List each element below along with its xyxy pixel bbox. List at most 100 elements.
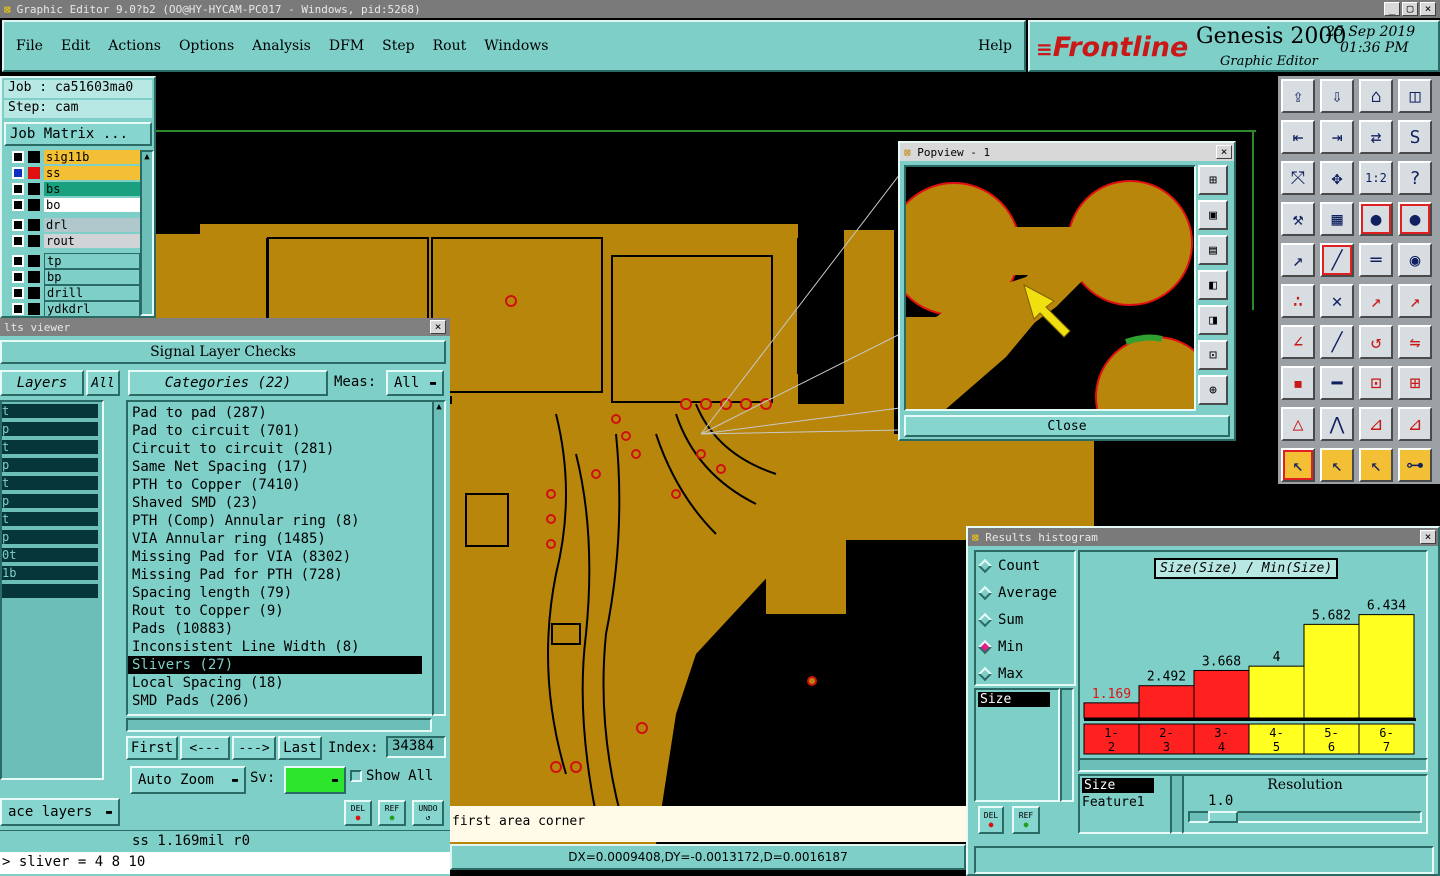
categories-list[interactable]: Pad to pad (287) Pad to circuit (701) Circ… xyxy=(126,400,446,716)
close-button[interactable]: × xyxy=(1420,2,1436,16)
triangle-icon[interactable]: △ xyxy=(1281,407,1315,441)
layer-checkbox[interactable] xyxy=(12,183,24,195)
layer-checkbox[interactable] xyxy=(12,219,24,231)
swap-icon[interactable]: ⇄ xyxy=(1359,120,1393,154)
pan-left-icon[interactable]: ◧ xyxy=(1198,270,1228,300)
category-item[interactable]: Same Net Spacing (17) xyxy=(128,458,422,476)
layers-red-icon[interactable]: ● xyxy=(1398,202,1432,236)
menu-step[interactable]: Step xyxy=(382,38,414,54)
layer-row[interactable]: bp xyxy=(4,269,140,285)
layer-row[interactable]: sig11b xyxy=(4,150,140,164)
undo-icon[interactable]: UNDO ↺ xyxy=(412,800,444,826)
layer-row[interactable]: ydkdrl xyxy=(4,301,140,317)
open-icon[interactable]: ⇪ xyxy=(1281,79,1315,113)
pointer-icon[interactable]: ↖ xyxy=(1281,448,1315,482)
del-icon[interactable]: DEL ● xyxy=(978,806,1004,834)
menu-dfm[interactable]: DFM xyxy=(329,38,364,54)
netlist-icon[interactable]: ⊶ xyxy=(1398,448,1432,482)
arch-icon[interactable]: ⋀ xyxy=(1320,407,1354,441)
category-item[interactable]: Spacing length (79) xyxy=(128,584,422,602)
mode-radio-min[interactable]: Min xyxy=(976,633,1074,660)
mode-radio-count[interactable]: Count xyxy=(976,552,1074,579)
layer-row[interactable]: ss xyxy=(4,166,140,180)
layers-toggle-icon[interactable]: ● xyxy=(1359,202,1393,236)
feature-list-item[interactable]: Size xyxy=(1082,778,1154,793)
menu-help[interactable]: Help xyxy=(978,38,1012,54)
layer-row[interactable]: drill xyxy=(4,285,140,301)
center-icon[interactable]: ✥ xyxy=(1320,161,1354,195)
flip-icon[interactable]: ⇋ xyxy=(1398,325,1432,359)
menu-options[interactable]: Options xyxy=(179,38,234,54)
close-icon[interactable]: × xyxy=(430,320,446,334)
grid-icon[interactable]: ▦ xyxy=(1320,202,1354,236)
index-input[interactable]: 34384 xyxy=(386,736,446,758)
histogram-list[interactable]: Size xyxy=(974,688,1060,802)
layer-checkbox[interactable] xyxy=(12,287,24,299)
layer-result-item[interactable]: t xyxy=(2,404,98,418)
del-icon[interactable]: DEL ● xyxy=(344,800,372,826)
layer-checkbox[interactable] xyxy=(12,167,24,179)
layers-button[interactable]: Layers xyxy=(0,370,84,396)
histogram-bar[interactable] xyxy=(1358,614,1415,719)
category-item[interactable]: Pad to pad (287) xyxy=(128,404,422,422)
pointer2-icon[interactable]: ↖ xyxy=(1320,448,1354,482)
wrench-icon[interactable]: ⚒ xyxy=(1281,202,1315,236)
menu-file[interactable]: File xyxy=(16,38,43,54)
popview-canvas[interactable] xyxy=(904,165,1196,411)
histogram-bar[interactable] xyxy=(1083,702,1140,719)
job-matrix-button[interactable]: Job Matrix ... xyxy=(4,122,152,146)
category-item[interactable]: Pad to circuit (701) xyxy=(128,422,422,440)
layer-result-item[interactable]: p xyxy=(2,530,98,544)
layer-scrollbar[interactable]: ▲ xyxy=(140,150,154,316)
popview-close-button[interactable]: Close xyxy=(904,415,1230,437)
close-icon[interactable]: × xyxy=(1216,145,1232,159)
replace-layers-dropdown[interactable]: ace layers ▬ xyxy=(0,798,120,826)
layer-checkbox[interactable] xyxy=(12,303,24,315)
pad-icon[interactable]: ◉ xyxy=(1398,243,1432,277)
import-icon[interactable]: ⇤ xyxy=(1281,120,1315,154)
layer-checkbox[interactable] xyxy=(12,255,24,267)
layer-result-item[interactable]: p xyxy=(2,494,98,508)
last-button[interactable]: Last xyxy=(278,736,322,760)
category-item[interactable]: Missing Pad for PTH (728) xyxy=(128,566,422,584)
zoom-area-icon[interactable]: ⊡ xyxy=(1198,340,1228,370)
histogram-bar[interactable] xyxy=(1138,685,1195,719)
minus-icon[interactable]: ━ xyxy=(1320,366,1354,400)
line-icon[interactable]: ╱ xyxy=(1320,243,1354,277)
category-item[interactable]: Circuit to circuit (281) xyxy=(128,440,422,458)
cross-icon[interactable]: ✕ xyxy=(1320,284,1354,318)
category-item[interactable]: Missing Pad for VIA (8302) xyxy=(128,548,422,566)
category-item[interactable]: Local Spacing (18) xyxy=(128,674,422,692)
histogram-list-scrollbar[interactable] xyxy=(1060,688,1074,802)
layer-checkbox[interactable] xyxy=(12,199,24,211)
center-icon[interactable]: ⊕ xyxy=(1198,375,1228,405)
category-item[interactable]: Shaved SMD (23) xyxy=(128,494,422,512)
move-point-icon[interactable]: ↗ xyxy=(1359,284,1393,318)
category-item[interactable]: Pads (10883) xyxy=(128,620,422,638)
layer-row[interactable]: bs xyxy=(4,182,140,196)
group-icon[interactable]: ⊞ xyxy=(1398,366,1432,400)
layer-checkbox[interactable] xyxy=(12,235,24,247)
category-item[interactable]: VIA Annular ring (1485) xyxy=(128,530,422,548)
close-icon[interactable]: × xyxy=(1420,530,1436,544)
zoom-out-icon[interactable]: ▤ xyxy=(1198,235,1228,265)
layer-result-item[interactable]: t xyxy=(2,512,98,526)
select-point-icon[interactable]: ▪ xyxy=(1281,366,1315,400)
show-all-checkbox[interactable] xyxy=(350,770,362,782)
resolution-slider[interactable] xyxy=(1188,811,1422,823)
bracket-icon[interactable]: ⊡ xyxy=(1359,366,1393,400)
layers-all-button[interactable]: All xyxy=(86,370,120,396)
category-item[interactable]: Slivers (27) xyxy=(128,656,422,674)
mode-radio-average[interactable]: Average xyxy=(976,579,1074,606)
shape2-icon[interactable]: ⊿ xyxy=(1398,407,1432,441)
category-item[interactable]: PTH (Comp) Annular ring (8) xyxy=(128,512,422,530)
menu-rout[interactable]: Rout xyxy=(433,38,467,54)
layer-row[interactable]: drl xyxy=(4,218,140,232)
histogram-list-item[interactable]: Size xyxy=(978,692,1050,707)
command-line[interactable]: > sliver = 4 8 10 xyxy=(0,852,450,874)
ruler-icon[interactable]: ═ xyxy=(1359,243,1393,277)
drag-icon[interactable]: ↗ xyxy=(1398,284,1432,318)
layer-result-item[interactable] xyxy=(2,584,98,598)
prev-button[interactable]: <--- xyxy=(180,736,230,760)
menu-actions[interactable]: Actions xyxy=(108,38,161,54)
